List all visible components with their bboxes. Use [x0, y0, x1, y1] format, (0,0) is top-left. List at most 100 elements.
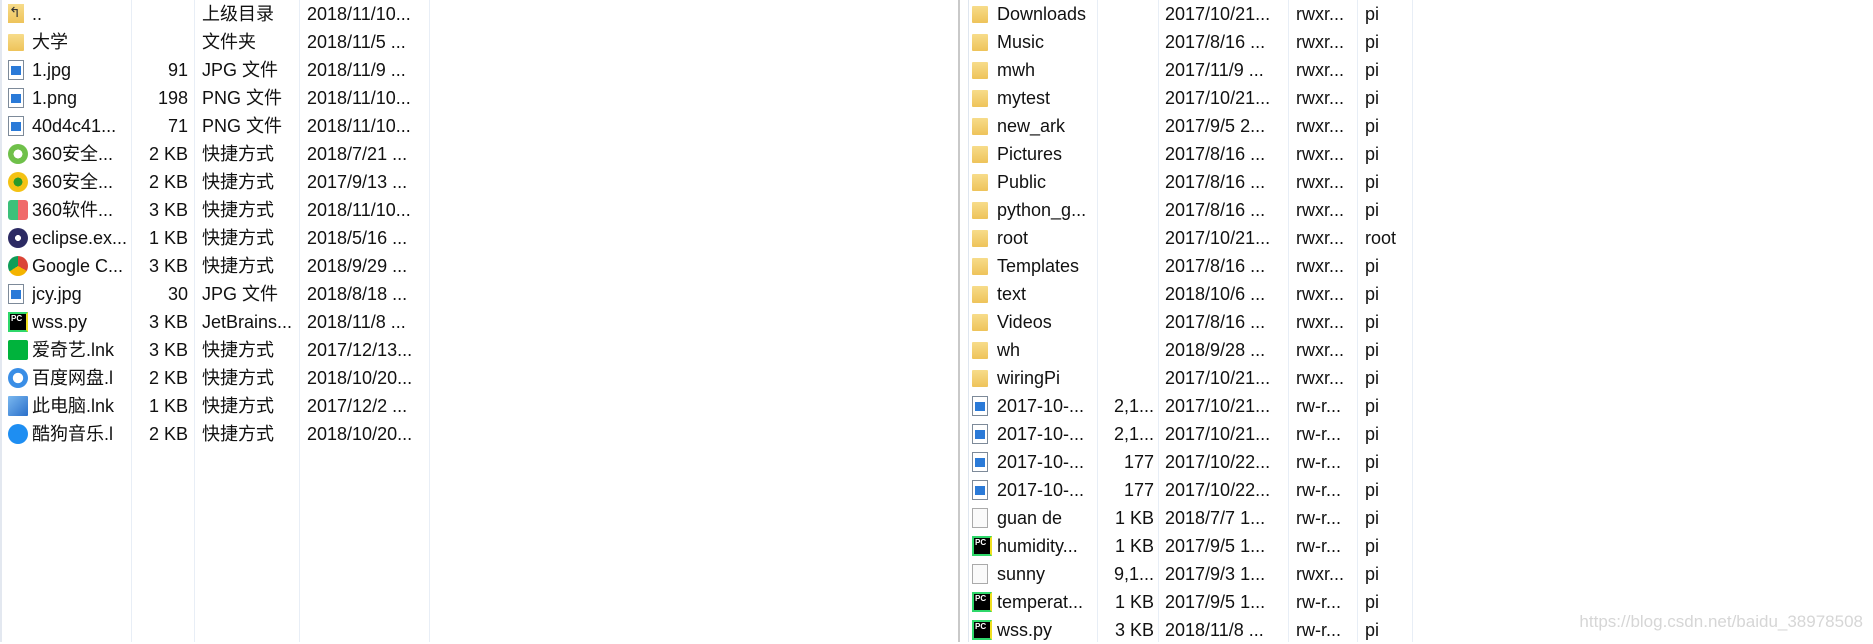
file-row[interactable]: jcy.jpg 30 JPG 文件 2018/8/18 ... [2, 280, 440, 308]
file-row[interactable]: 40d4c41... 71 PNG 文件 2018/11/10... [2, 112, 440, 140]
file-modified: 2017/8/16 ... [1165, 172, 1266, 192]
eclipse-icon [8, 228, 28, 248]
file-type: PNG 文件 [202, 116, 283, 136]
file-row[interactable]: 此电脑.lnk 1 KB 快捷方式 2017/12/2 ... [2, 392, 440, 420]
file-row[interactable]: new_ark 2017/9/5 2... rwxr... pi [960, 112, 1418, 140]
file-row[interactable]: 1.png 198 PNG 文件 2018/11/10... [2, 84, 440, 112]
file-type: 上级目录 [202, 4, 274, 24]
file-owner: pi [1365, 256, 1380, 276]
file-modified: 2018/10/6 ... [1165, 284, 1266, 304]
file-row[interactable]: eclipse.ex... 1 KB 快捷方式 2018/5/16 ... [2, 224, 440, 252]
remote-file-list[interactable]: Downloads 2017/10/21... rwxr... pi Music 2017… [958, 0, 1418, 642]
file-type: 快捷方式 [202, 368, 274, 388]
file-name: 360安全... [32, 144, 114, 164]
local-file-list[interactable]: .. 上级目录 2018/11/10... 大学 文件夹 2018/11/5 ... 1.j… [0, 0, 440, 642]
file-row[interactable]: 360安全... 2 KB 快捷方式 2018/7/21 ... [2, 140, 440, 168]
file-row[interactable]: PC wss.py 3 KB 2018/11/8 ... rw-r... pi [960, 616, 1418, 644]
file-row[interactable]: mwh 2017/11/9 ... rwxr... pi [960, 56, 1418, 84]
file-name: Videos [997, 312, 1052, 332]
file-modified: 2018/10/20... [307, 424, 413, 444]
file-row[interactable]: 2017-10-... 177 2017/10/22... rw-r... pi [960, 448, 1418, 476]
file-row[interactable]: 酷狗音乐.l 2 KB 快捷方式 2018/10/20... [2, 420, 440, 448]
file-row[interactable]: 360软件... 3 KB 快捷方式 2018/11/10... [2, 196, 440, 224]
file-size: 2,1... [1113, 424, 1154, 444]
file-name: Google C... [32, 256, 124, 276]
file-name: humidity... [997, 536, 1078, 556]
file-row[interactable]: Music 2017/8/16 ... rwxr... pi [960, 28, 1418, 56]
file-type: JPG 文件 [202, 284, 279, 304]
file-row[interactable]: 百度网盘.l 2 KB 快捷方式 2018/10/20... [2, 364, 440, 392]
file-row[interactable]: PC temperat... 1 KB 2017/9/5 1... rw-r... pi [960, 588, 1418, 616]
file-name: wh [997, 340, 1021, 360]
folder-icon [972, 342, 988, 359]
folder-icon [972, 230, 988, 247]
file-row[interactable]: PC humidity... 1 KB 2017/9/5 1... rw-r... pi [960, 532, 1418, 560]
file-modified: 2018/5/16 ... [307, 228, 408, 248]
file-name: wss.py [32, 312, 88, 332]
folder-icon [972, 174, 988, 191]
file-name: 360安全... [32, 172, 114, 192]
file-row[interactable]: guan de 1 KB 2018/7/7 1... rw-r... pi [960, 504, 1418, 532]
image-file-icon [8, 116, 24, 136]
file-row[interactable]: 大学 文件夹 2018/11/5 ... [2, 28, 440, 56]
file-row[interactable]: sunny 9,1... 2017/9/3 1... rwxr... pi [960, 560, 1418, 588]
file-modified: 2017/8/16 ... [1165, 32, 1266, 52]
file-row[interactable]: .. 上级目录 2018/11/10... [2, 0, 440, 28]
file-row[interactable]: 1.jpg 91 JPG 文件 2018/11/9 ... [2, 56, 440, 84]
image-file-icon [972, 424, 988, 444]
file-row[interactable]: Templates 2017/8/16 ... rwxr... pi [960, 252, 1418, 280]
file-row[interactable]: root 2017/10/21... rwxr... root [960, 224, 1418, 252]
file-row[interactable]: 360安全... 2 KB 快捷方式 2017/9/13 ... [2, 168, 440, 196]
file-permissions: rwxr... [1296, 228, 1344, 248]
file-owner: root [1365, 228, 1397, 248]
file-name: 360软件... [32, 200, 114, 220]
file-size: 1 KB [1114, 592, 1154, 612]
file-name: mwh [997, 60, 1036, 80]
360-guard-icon [8, 172, 28, 192]
file-owner: pi [1365, 116, 1380, 136]
file-row[interactable]: PC wss.py 3 KB JetBrains... 2018/11/8 ... [2, 308, 440, 336]
file-row[interactable]: Public 2017/8/16 ... rwxr... pi [960, 168, 1418, 196]
file-name: wiringPi [997, 368, 1061, 388]
file-type: PNG 文件 [202, 88, 283, 108]
file-row[interactable]: Google C... 3 KB 快捷方式 2018/9/29 ... [2, 252, 440, 280]
file-row[interactable]: Downloads 2017/10/21... rwxr... pi [960, 0, 1418, 28]
file-row[interactable]: 2017-10-... 177 2017/10/22... rw-r... pi [960, 476, 1418, 504]
file-name: jcy.jpg [32, 284, 82, 304]
file-row[interactable]: wiringPi 2017/10/21... rwxr... pi [960, 364, 1418, 392]
file-row[interactable]: wh 2018/9/28 ... rwxr... pi [960, 336, 1418, 364]
file-icon [972, 508, 988, 528]
file-modified: 2018/10/20... [307, 368, 413, 388]
file-name: 40d4c41... [32, 116, 117, 136]
file-owner: pi [1365, 592, 1380, 612]
360-safe-icon [8, 144, 28, 164]
file-modified: 2017/10/21... [1165, 228, 1271, 248]
file-row[interactable]: Pictures 2017/8/16 ... rwxr... pi [960, 140, 1418, 168]
file-row[interactable]: mytest 2017/10/21... rwxr... pi [960, 84, 1418, 112]
file-row[interactable]: Videos 2017/8/16 ... rwxr... pi [960, 308, 1418, 336]
folder-icon [972, 314, 988, 331]
file-owner: pi [1365, 480, 1380, 500]
file-permissions: rwxr... [1296, 116, 1344, 136]
file-size: 3 KB [148, 256, 188, 276]
folder-icon [972, 258, 988, 275]
file-name: text [997, 284, 1027, 304]
file-type: 文件夹 [202, 32, 256, 52]
folder-icon [972, 62, 988, 79]
file-row[interactable]: python_g... 2017/8/16 ... rwxr... pi [960, 196, 1418, 224]
file-owner: pi [1365, 620, 1380, 640]
file-row[interactable]: 2017-10-... 2,1... 2017/10/21... rw-r... pi [960, 392, 1418, 420]
file-permissions: rwxr... [1296, 144, 1344, 164]
folder-icon [972, 286, 988, 303]
file-row[interactable]: text 2018/10/6 ... rwxr... pi [960, 280, 1418, 308]
file-name: 2017-10-... [997, 396, 1085, 416]
file-modified: 2017/9/13 ... [307, 172, 408, 192]
file-name: sunny [997, 564, 1046, 584]
file-icon [972, 564, 988, 584]
folder-icon [8, 34, 24, 51]
file-modified: 2017/10/21... [1165, 88, 1271, 108]
file-name: wss.py [997, 620, 1053, 640]
file-row[interactable]: 爱奇艺.lnk 3 KB 快捷方式 2017/12/13... [2, 336, 440, 364]
file-permissions: rw-r... [1296, 508, 1341, 528]
file-row[interactable]: 2017-10-... 2,1... 2017/10/21... rw-r... pi [960, 420, 1418, 448]
